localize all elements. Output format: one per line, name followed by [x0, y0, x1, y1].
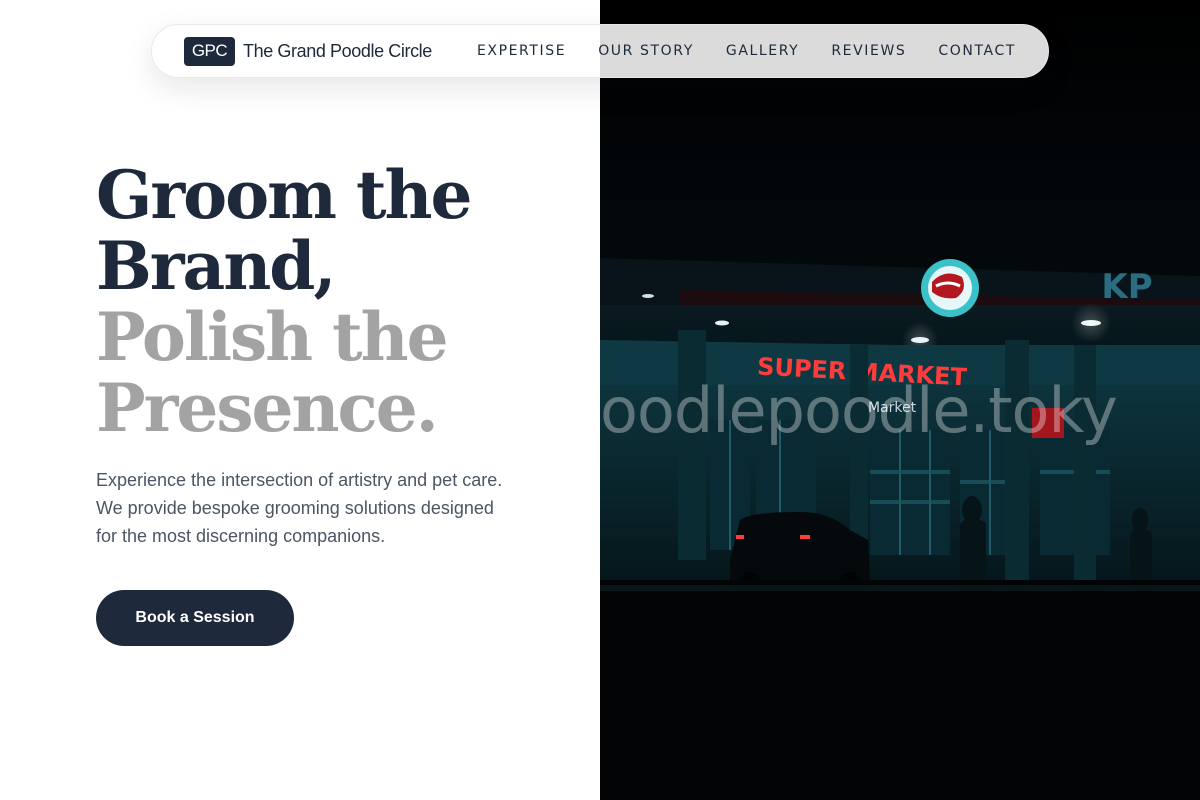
hero-headline: Groom the Brand, Polish the Presence.	[96, 160, 576, 444]
nav-link-expertise[interactable]: EXPERTISE	[477, 43, 566, 59]
top-navbar: GPC The Grand Poodle Circle EXPERTISE OU…	[151, 24, 1049, 78]
headline-line-muted: Polish the	[96, 298, 449, 376]
nav-link-our-story[interactable]: OUR STORY	[598, 43, 694, 59]
hero-description: Experience the intersection of artistry …	[96, 470, 503, 546]
brand-logo[interactable]: GPC The Grand Poodle Circle	[184, 36, 432, 66]
nav-link-reviews[interactable]: REVIEWS	[831, 43, 906, 59]
hero-photo: SUPER MARKET Market KP oodlepoodle.toky	[600, 0, 1200, 800]
nav-link-contact[interactable]: CONTACT	[938, 43, 1016, 59]
brand-badge: GPC	[184, 36, 235, 66]
main-nav: EXPERTISE OUR STORY GALLERY REVIEWS CONT…	[445, 43, 1016, 59]
photo-watermark: oodlepoodle.toky	[600, 374, 1118, 447]
nav-link-gallery[interactable]: GALLERY	[726, 43, 799, 59]
headline-line-muted: Presence.	[96, 369, 439, 447]
svg-text:KP: KP	[1101, 267, 1152, 307]
headline-line: Groom the	[96, 156, 472, 234]
headline-line: Brand,	[96, 227, 336, 305]
book-session-button[interactable]: Book a Session	[96, 590, 294, 646]
brand-name: The Grand Poodle Circle	[243, 40, 432, 61]
